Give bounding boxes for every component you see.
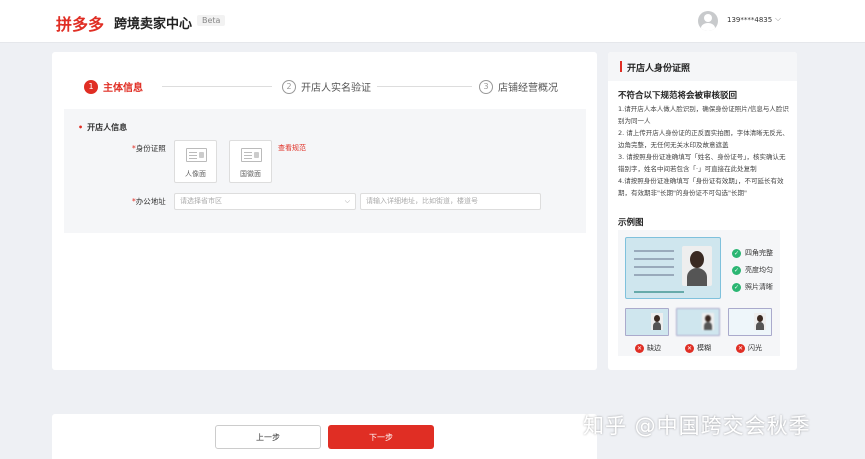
check-icon: ✓ bbox=[732, 248, 741, 258]
chevron-down-icon[interactable]: ⌵ bbox=[775, 14, 781, 24]
accent-bar bbox=[620, 61, 622, 72]
step-connector bbox=[162, 86, 272, 87]
rule-item: 4.请按照身份证准确填写「身份证有效期」，不可延长有效期，有效期非"长期"的身份… bbox=[618, 177, 784, 197]
view-standard-link[interactable]: 查看规范 bbox=[278, 143, 306, 153]
next-step-button[interactable]: 下一步 bbox=[328, 425, 434, 449]
bad-example-image bbox=[728, 308, 772, 336]
bad-example-image bbox=[676, 308, 720, 336]
rules-list: 1.请开店人本人做人脸识别，确保身份证照片/信息与人脸识别为同一人 2. 请上传… bbox=[618, 104, 790, 200]
step-2[interactable]: 2 开店人实名验证 bbox=[282, 79, 371, 94]
bad-example-label: ✕ 闪光 bbox=[736, 343, 762, 353]
step-label: 店铺经营概况 bbox=[498, 83, 558, 94]
close-icon: ✕ bbox=[685, 343, 694, 353]
beta-badge: Beta bbox=[197, 15, 226, 26]
bad-example-label: ✕ 缺边 bbox=[635, 343, 661, 353]
step-3[interactable]: 3 店铺经营概况 bbox=[479, 79, 558, 94]
check-item: ✓ 亮度均匀 bbox=[732, 265, 773, 275]
owner-info-section: • 开店人信息 *身份证照 人像面 国徽面 查看规范 *办公地址 请选择省市区 ⌵ bbox=[64, 109, 586, 233]
step-connector bbox=[377, 86, 472, 87]
section-title: • 开店人信息 bbox=[78, 123, 128, 132]
address-label: *办公地址 bbox=[132, 197, 166, 206]
id-front-upload[interactable]: 人像面 bbox=[174, 140, 217, 183]
panel-header: 开店人身份证照 bbox=[608, 52, 797, 81]
bad-example-label: ✕ 模糊 bbox=[685, 343, 711, 353]
id-photo-label: *身份证照 bbox=[132, 144, 166, 153]
upload-caption: 国徽面 bbox=[240, 170, 261, 178]
example-box: ✓ 四角完整 ✓ 亮度均匀 ✓ 照片清晰 ✕ 缺边 ✕ 模糊 ✕ 闪光 bbox=[618, 230, 780, 356]
step-1[interactable]: 1 主体信息 bbox=[84, 79, 143, 94]
check-icon: ✓ bbox=[732, 282, 741, 292]
close-icon: ✕ bbox=[635, 343, 644, 353]
pinduoduo-logo[interactable]: 拼多多 bbox=[56, 11, 104, 35]
bad-example-image bbox=[625, 308, 669, 336]
panel-title: 开店人身份证照 bbox=[627, 64, 691, 74]
main-form-card: 1 主体信息 2 开店人实名验证 3 店铺经营概况 • 开店人信息 *身份证照 人… bbox=[52, 52, 597, 370]
step-label: 主体信息 bbox=[103, 83, 143, 94]
step-number: 3 bbox=[479, 79, 493, 94]
id-card-icon bbox=[241, 148, 262, 162]
top-header: 拼多多 跨境卖家中心 Beta 139****4835 ⌵ bbox=[0, 0, 865, 43]
example-title: 示例图 bbox=[618, 218, 644, 228]
prev-step-button[interactable]: 上一步 bbox=[215, 425, 321, 449]
check-item: ✓ 四角完整 bbox=[732, 248, 773, 258]
header-title: 跨境卖家中心 bbox=[114, 17, 193, 32]
close-icon: ✕ bbox=[736, 343, 745, 353]
address-detail-input[interactable] bbox=[360, 193, 541, 210]
avatar[interactable] bbox=[698, 11, 718, 31]
region-select[interactable]: 请选择省市区 ⌵ bbox=[174, 193, 356, 210]
chevron-down-icon: ⌵ bbox=[344, 197, 350, 205]
warning-title: 不符合以下规范将会被审核驳回 bbox=[618, 91, 738, 101]
rule-item: 2. 请上传开店人身份证的正反面实拍图，字体清晰无反光、边角完整，无任何无关水印… bbox=[618, 129, 789, 149]
upload-caption: 人像面 bbox=[185, 170, 206, 178]
step-number: 1 bbox=[84, 79, 98, 94]
step-number: 2 bbox=[282, 79, 296, 94]
rule-item: 1.请开店人本人做人脸识别，确保身份证照片/信息与人脸识别为同一人 bbox=[618, 105, 789, 125]
check-item: ✓ 照片清晰 bbox=[732, 282, 773, 292]
footer-action-bar: 上一步 下一步 bbox=[52, 414, 597, 459]
check-icon: ✓ bbox=[732, 265, 741, 275]
watermark-text: 知乎 @中国跨交会秋季 bbox=[583, 414, 811, 438]
id-back-upload[interactable]: 国徽面 bbox=[229, 140, 272, 183]
id-guidance-panel: 开店人身份证照 不符合以下规范将会被审核驳回 1.请开店人本人做人脸识别，确保身… bbox=[608, 52, 797, 370]
step-label: 开店人实名验证 bbox=[301, 83, 371, 94]
account-name[interactable]: 139****4835 bbox=[727, 16, 772, 24]
sample-id-card-image bbox=[625, 237, 721, 299]
rule-item: 3. 请按照身份证准确填写「姓名、身份证号」，核实确认无错别字，姓名中间若包含「… bbox=[618, 153, 786, 173]
region-placeholder: 请选择省市区 bbox=[180, 197, 222, 205]
id-card-icon bbox=[186, 148, 207, 162]
